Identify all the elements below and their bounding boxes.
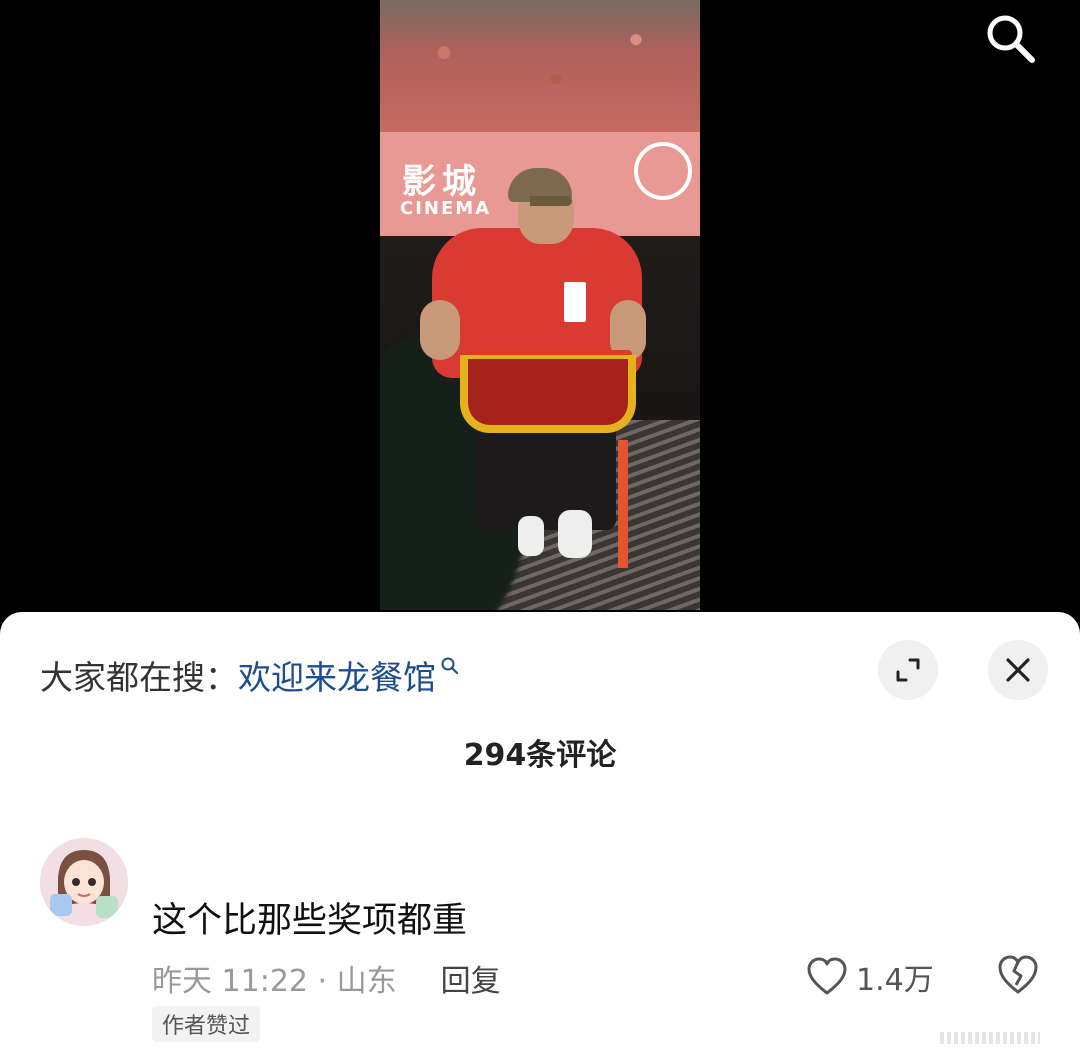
chair-leg <box>618 440 628 568</box>
author-liked-badge: 作者赞过 <box>152 1006 261 1042</box>
close-button[interactable] <box>988 640 1048 700</box>
person-arm-left <box>420 300 460 360</box>
cinema-logo <box>634 142 692 200</box>
trending-search[interactable]: 大家都在搜： 欢迎来龙餐馆 <box>40 650 460 700</box>
cinema-banner-subtext: CINEMA <box>400 198 492 219</box>
like-count: 1.4万 <box>856 963 934 998</box>
person-badge <box>564 282 586 322</box>
expand-icon <box>896 658 920 682</box>
small-search-icon <box>440 656 460 680</box>
video-screen-background <box>380 0 700 132</box>
video-frame[interactable]: 影城 CINEMA <box>380 0 700 610</box>
reply-button[interactable]: 回复 <box>441 956 501 1000</box>
comment-time-location: 昨天 11:22 · 山东 <box>152 964 397 999</box>
avatar[interactable] <box>40 838 128 926</box>
pennant-banner <box>460 355 636 433</box>
cinema-banner-text: 影城 <box>402 162 482 202</box>
comment-count: 294条评论 <box>463 738 617 773</box>
person-cap-brim <box>530 196 572 206</box>
video-player[interactable]: 影城 CINEMA <box>0 0 1080 640</box>
broken-heart-icon <box>998 955 1038 994</box>
comment-meta: 昨天 11:22 · 山东 回复 <box>152 956 501 1000</box>
trending-label: 大家都在搜： <box>40 658 238 697</box>
trending-term-link[interactable]: 欢迎来龙餐馆 <box>238 651 436 699</box>
close-icon <box>1006 658 1030 682</box>
person-shoe-right <box>558 510 592 558</box>
expand-button[interactable] <box>878 640 938 700</box>
like-button[interactable]: 1.4万 <box>806 954 934 1000</box>
person-shoe-left <box>518 516 544 556</box>
heart-icon <box>807 957 847 995</box>
dislike-button[interactable] <box>996 954 1040 1000</box>
watermark-decoration <box>940 1032 1040 1044</box>
comments-sheet: 大家都在搜： 欢迎来龙餐馆 294条评论 这个比那些奖项都重 昨天 11:22 … <box>0 612 1080 1058</box>
comment-text: 这个比那些奖项都重 <box>152 901 468 941</box>
search-icon[interactable] <box>982 10 1038 66</box>
